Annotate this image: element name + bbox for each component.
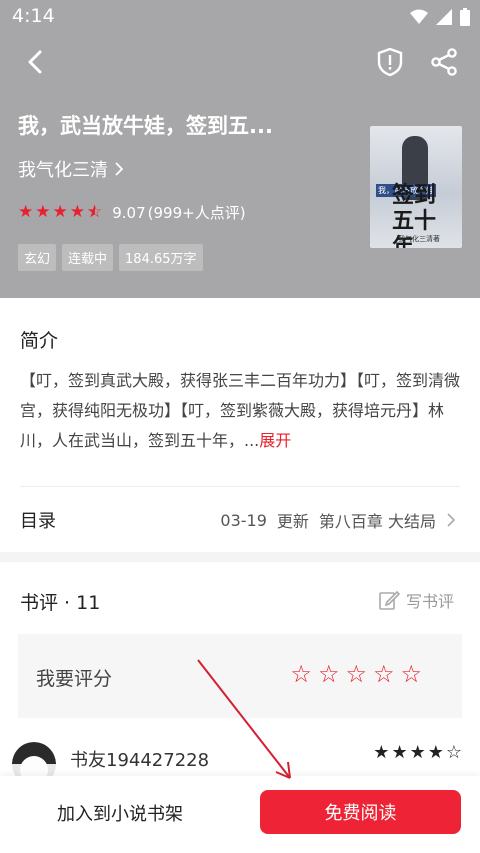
toc-update-label: 更新 xyxy=(276,512,309,531)
toc-latest-chapter: 第八百章 大结局 xyxy=(318,512,436,531)
expand-link[interactable]: 展开 xyxy=(259,431,291,450)
book-tags: 玄幻 连载中 184.65万字 xyxy=(18,244,203,271)
book-cover[interactable]: 我，武当放牛娃 签到五十年 我气化三清著 xyxy=(370,126,462,248)
battery-icon xyxy=(460,8,470,26)
comment-rating: ★ ★ ★ ★ ☆ xyxy=(373,742,462,763)
cover-author: 我气化三清著 xyxy=(398,235,440,243)
author-name: 我气化三清 xyxy=(18,160,108,181)
add-to-shelf-button[interactable]: 加入到小说书架 xyxy=(20,786,220,840)
chevron-right-icon xyxy=(447,513,456,527)
back-button[interactable] xyxy=(16,42,56,82)
status-time: 4:14 xyxy=(12,5,55,27)
star-icon: ★ xyxy=(69,202,85,222)
rating-row: ★ ★ ★ ★ ☆★ 9.07 (999+人点评) xyxy=(18,202,246,223)
commenter-name: 书友194427228 xyxy=(70,750,210,771)
report-button[interactable] xyxy=(370,42,410,82)
rate-label: 我要评分 xyxy=(36,668,113,690)
star-icon: ★ xyxy=(427,742,444,763)
book-title: 我，武当放牛娃，签到五... xyxy=(18,114,273,138)
free-read-button[interactable]: 免费阅读 xyxy=(260,790,461,834)
share-icon xyxy=(431,48,457,76)
tag-status: 连载中 xyxy=(62,244,114,271)
rate-star-5-icon[interactable]: ☆ xyxy=(400,662,422,686)
star-icon: ★ xyxy=(391,742,408,763)
toc-label: 目录 xyxy=(20,511,56,532)
tag-word-count: 184.65万字 xyxy=(119,244,203,271)
rating-score: 9.07 xyxy=(112,203,146,222)
star-icon: ★ xyxy=(35,202,51,222)
rate-star-2-icon[interactable]: ☆ xyxy=(318,662,340,686)
half-star-icon: ☆★ xyxy=(87,202,103,222)
star-outline-icon: ☆ xyxy=(445,742,462,763)
star-icon: ★ xyxy=(409,742,426,763)
rate-star-4-icon[interactable]: ☆ xyxy=(373,662,395,686)
share-button[interactable] xyxy=(424,42,464,82)
toc-date: 03-19 xyxy=(220,510,267,530)
star-icon: ★ xyxy=(18,202,34,222)
shield-alert-icon xyxy=(377,47,403,77)
reviews-heading: 书评 · 11 xyxy=(20,592,101,614)
edit-icon xyxy=(379,590,400,610)
rate-star-3-icon[interactable]: ☆ xyxy=(345,662,367,686)
author-link[interactable]: 我气化三清 xyxy=(18,156,124,182)
signal-icon xyxy=(436,9,452,25)
toc-row[interactable]: 目录 03-19 更新 第八百章 大结局 xyxy=(0,498,480,542)
rate-star-1-icon[interactable]: ☆ xyxy=(290,662,312,686)
chevron-left-icon xyxy=(28,50,42,74)
intro-heading: 简介 xyxy=(20,330,59,352)
review-item[interactable]: 书友194427228 ★ ★ ★ ★ ☆ xyxy=(0,736,480,786)
write-review-button[interactable]: 写书评 xyxy=(378,588,454,612)
toc-latest: 03-19 更新 第八百章 大结局 xyxy=(220,508,456,532)
bottom-action-bar: 加入到小说书架 免费阅读 xyxy=(0,776,480,853)
status-bar: 4:14 xyxy=(0,0,480,34)
rating-count: (999+人点评) xyxy=(147,204,246,222)
section-separator xyxy=(0,552,480,562)
wifi-icon xyxy=(410,9,428,24)
star-icon: ★ xyxy=(52,202,68,222)
rate-stars: ☆ ☆ ☆ ☆ ☆ xyxy=(290,662,422,686)
tag-genre: 玄幻 xyxy=(18,244,57,271)
intro-body: 【叮，签到真武大殿，获得张三丰二百年功力】【叮，签到清微宫，获得纯阳无极功】【叮… xyxy=(20,371,461,450)
chevron-right-icon xyxy=(115,162,124,176)
status-icons xyxy=(410,8,470,26)
rate-box: 我要评分 ☆ ☆ ☆ ☆ ☆ xyxy=(18,634,462,718)
write-review-label: 写书评 xyxy=(405,592,454,611)
divider xyxy=(20,486,460,487)
intro-text: 【叮，签到真武大殿，获得张三丰二百年功力】【叮，签到清微宫，获得纯阳无极功】【叮… xyxy=(20,366,460,456)
book-header: 4:14 我，武当放牛娃，签到五... 我气化三清 ★ ★ ★ ★ ☆★ 9.0… xyxy=(0,0,480,298)
star-icon: ★ xyxy=(373,742,390,763)
